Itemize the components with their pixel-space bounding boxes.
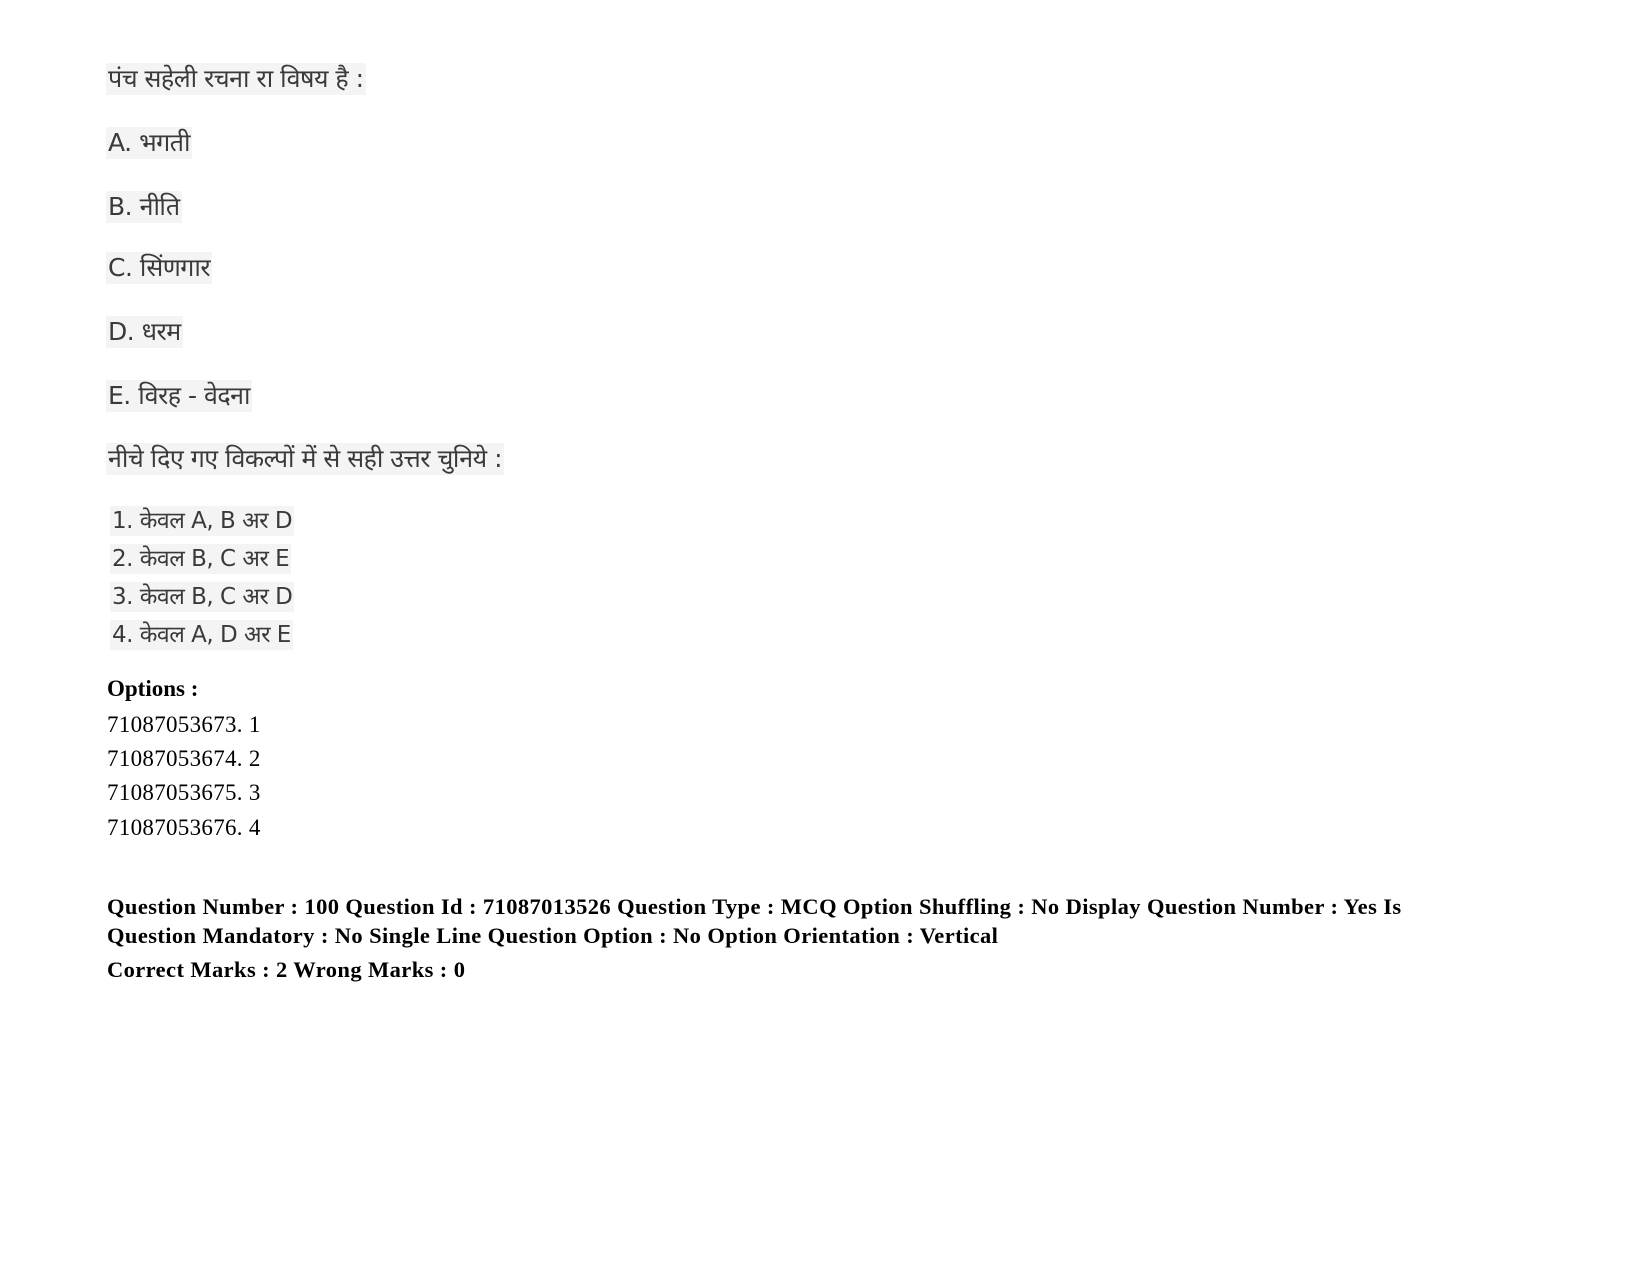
option-item-1: 71087053673. 1: [107, 712, 261, 737]
option-item-3: 71087053675. 3: [107, 780, 261, 805]
choice-number: 4.: [112, 622, 133, 648]
statement-label: B.: [108, 192, 133, 221]
choice-number: 3.: [112, 584, 133, 610]
statement-text: भगती: [139, 128, 190, 157]
choice-text: केवल A, B अर D: [139, 508, 293, 534]
choice-2: 2. केवल B, C अर E: [110, 544, 292, 574]
choice-text: केवल A, D अर E: [139, 622, 292, 648]
instruction-text: नीचे दिए गए विकल्पों में से सही उत्तर चु…: [106, 443, 505, 475]
choice-1: 1. केवल A, B अर D: [110, 506, 295, 536]
statement-text: नीति: [139, 192, 181, 221]
statement-label: D.: [108, 317, 135, 346]
question-meta-line-2: Question Mandatory : No Single Line Ques…: [107, 923, 999, 948]
statement-e: E. विरह - वेदना: [106, 380, 253, 412]
statement-text: विरह - वेदना: [138, 381, 251, 410]
statement-label: C.: [108, 253, 133, 282]
choice-4: 4. केवल A, D अर E: [110, 620, 293, 650]
statement-c: C. सिंणगार: [106, 252, 213, 284]
statement-text: धरम: [141, 317, 182, 346]
choice-number: 2.: [112, 546, 133, 572]
option-item-2: 71087053674. 2: [107, 746, 261, 771]
statement-text: सिंणगार: [139, 253, 211, 282]
choice-3: 3. केवल B, C अर D: [110, 582, 295, 612]
question-meta-line-1: Question Number : 100 Question Id : 7108…: [107, 894, 1402, 919]
choice-number: 1.: [112, 508, 133, 534]
statement-label: E.: [108, 381, 131, 410]
statement-a: A. भगती: [106, 127, 192, 159]
choice-text: केवल B, C अर D: [139, 584, 293, 610]
options-heading: Options :: [107, 676, 199, 701]
statement-label: A.: [108, 128, 132, 157]
question-stem: पंच सहेली रचना रा विषय है :: [106, 63, 366, 95]
choice-text: केवल B, C अर E: [139, 546, 290, 572]
statement-b: B. नीति: [106, 191, 182, 223]
option-item-4: 71087053676. 4: [107, 815, 261, 840]
marks-info: Correct Marks : 2 Wrong Marks : 0: [107, 957, 466, 982]
document-page: पंच सहेली रचना रा विषय है : A. भगती B. न…: [0, 0, 1650, 1275]
statement-d: D. धरम: [106, 316, 183, 348]
